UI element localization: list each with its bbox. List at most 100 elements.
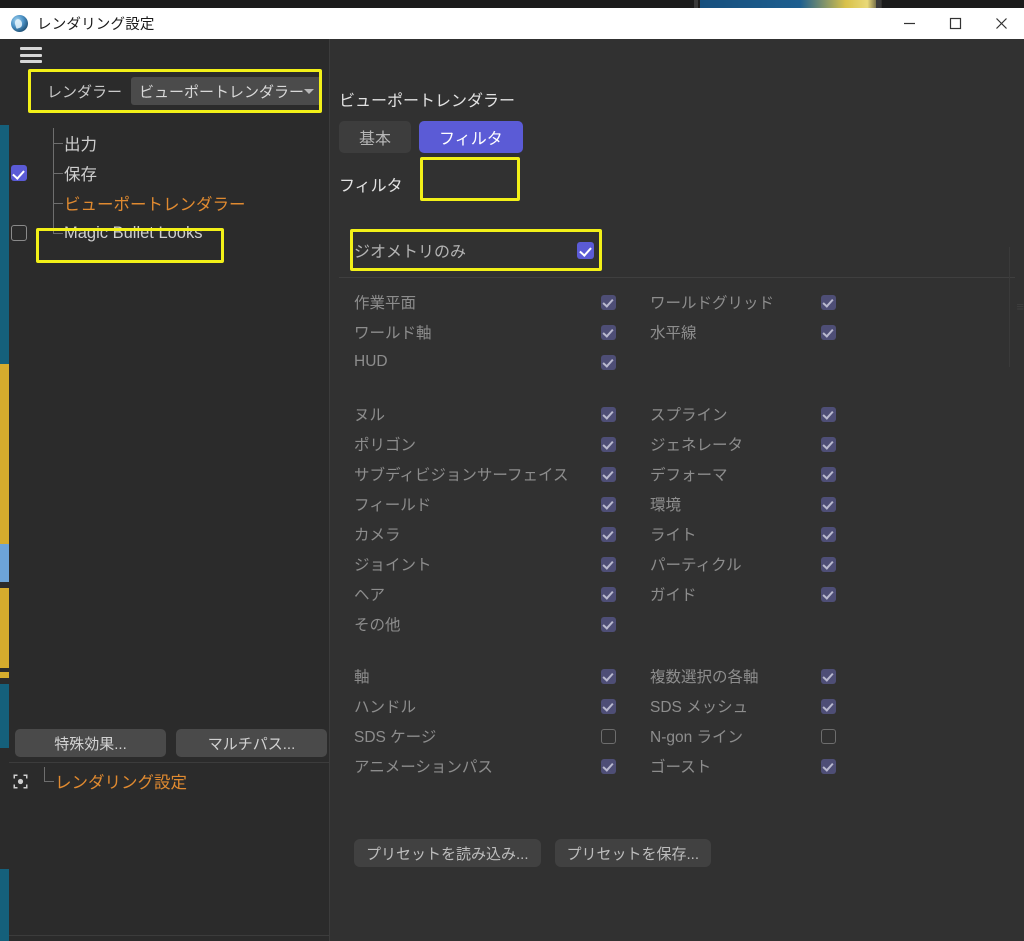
filter-row: HUD <box>354 347 1004 377</box>
object-row-render-settings[interactable]: レンダリング設定 <box>9 767 329 795</box>
filter-item-checkbox[interactable] <box>601 406 616 422</box>
filter-item-checkbox[interactable] <box>601 698 616 714</box>
filter-item[interactable]: ジェネレータ <box>650 429 836 459</box>
filter-item[interactable]: ジョイント <box>354 549 616 579</box>
filter-item[interactable]: アニメーションパス <box>354 751 616 781</box>
close-button[interactable] <box>978 8 1024 39</box>
filter-item[interactable]: 環境 <box>650 489 836 519</box>
window-body: レンダラー ビューポートレンダラー 出力 保存 ビューポートレンダラー Magic B… <box>0 39 1024 941</box>
filter-item-checkbox[interactable] <box>601 324 616 340</box>
edge-strip-gold-sliver <box>0 672 9 678</box>
filter-item[interactable]: N-gon ライン <box>650 721 836 751</box>
filter-item-label: パーティクル <box>650 557 742 574</box>
tree-item-checkbox[interactable] <box>11 225 27 241</box>
filter-item-checkbox[interactable] <box>601 436 616 452</box>
tree-item-checkbox[interactable] <box>11 165 27 181</box>
filter-item-checkbox[interactable] <box>821 556 836 572</box>
filter-item[interactable]: SDS メッシュ <box>650 691 836 721</box>
filter-item[interactable]: 水平線 <box>650 317 836 347</box>
save-preset-button[interactable]: プリセットを保存... <box>554 839 712 867</box>
geometry-only-checkbox[interactable] <box>577 241 594 259</box>
filter-row: ジョイント パーティクル <box>354 549 1004 579</box>
filter-item-checkbox[interactable] <box>601 668 616 684</box>
filter-item-checkbox[interactable] <box>821 586 836 602</box>
filter-item[interactable]: ヌル <box>354 399 616 429</box>
filter-item[interactable]: デフォーマ <box>650 459 836 489</box>
filter-item[interactable]: ヘア <box>354 579 616 609</box>
filter-item-checkbox[interactable] <box>821 406 836 422</box>
filter-item[interactable]: HUD <box>354 347 616 377</box>
filter-item-checkbox[interactable] <box>601 616 616 632</box>
filter-item-checkbox[interactable] <box>821 436 836 452</box>
window-controls <box>886 8 1024 39</box>
filter-item[interactable]: 複数選択の各軸 <box>650 661 836 691</box>
tree-item-1[interactable]: 保存 <box>9 158 329 188</box>
filter-item-checkbox[interactable] <box>821 668 836 684</box>
filter-item-checkbox[interactable] <box>601 586 616 602</box>
filter-item-checkbox[interactable] <box>601 496 616 512</box>
desktop-edge-left <box>694 0 698 8</box>
right-edge-artifact: ≡ <box>1002 247 1024 367</box>
filter-item-checkbox[interactable] <box>601 294 616 310</box>
filter-item-checkbox[interactable] <box>601 728 616 744</box>
filter-item-checkbox[interactable] <box>821 324 836 340</box>
filter-item[interactable]: カメラ <box>354 519 616 549</box>
filter-item[interactable]: ライト <box>650 519 836 549</box>
filter-item-checkbox[interactable] <box>821 466 836 482</box>
filter-item-label: ガイド <box>650 587 697 604</box>
title-bar[interactable]: レンダリング設定 <box>0 8 1024 39</box>
filter-item[interactable]: ハンドル <box>354 691 616 721</box>
filter-item-checkbox[interactable] <box>821 758 836 774</box>
filter-item[interactable]: ワールドグリッド <box>650 287 836 317</box>
filter-item-label: ワールドグリッド <box>650 295 775 312</box>
filter-item-label: フィールド <box>354 497 432 514</box>
filter-item-checkbox[interactable] <box>821 728 836 744</box>
filter-item-label: 作業平面 <box>354 295 417 312</box>
tab-0[interactable]: 基本 <box>339 121 412 153</box>
minimize-button[interactable] <box>886 8 932 39</box>
multipass-button[interactable]: マルチパス... <box>176 729 327 757</box>
filter-item[interactable]: サブディビジョンサーフェイス <box>354 459 616 489</box>
hamburger-menu-icon[interactable] <box>20 46 42 64</box>
filter-item[interactable]: パーティクル <box>650 549 836 579</box>
tree-item-2[interactable]: ビューポートレンダラー <box>9 188 329 218</box>
effects-button[interactable]: 特殊効果... <box>15 729 166 757</box>
filter-item-checkbox[interactable] <box>601 354 616 370</box>
filter-item[interactable]: SDS ケージ <box>354 721 616 751</box>
filter-item-checkbox[interactable] <box>601 556 616 572</box>
filter-item-label: 軸 <box>354 669 370 686</box>
filter-item-checkbox[interactable] <box>821 294 836 310</box>
filter-item[interactable]: フィールド <box>354 489 616 519</box>
filter-item[interactable]: 作業平面 <box>354 287 616 317</box>
filter-item[interactable]: 軸 <box>354 661 616 691</box>
filter-item-checkbox[interactable] <box>601 466 616 482</box>
filter-row: ヌル スプライン <box>354 399 1004 429</box>
geometry-only-row[interactable]: ジオメトリのみ <box>354 235 598 265</box>
renderer-dropdown[interactable]: ビューポートレンダラー <box>131 77 323 105</box>
tree-item-3[interactable]: Magic Bullet Looks <box>9 218 329 248</box>
section-title-renderer: ビューポートレンダラー <box>339 93 516 110</box>
filter-item-label: ジェネレータ <box>650 437 744 454</box>
filter-item[interactable]: ゴースト <box>650 751 836 781</box>
tree-branch-line <box>44 767 54 795</box>
filter-item[interactable]: ワールド軸 <box>354 317 616 347</box>
tab-1[interactable]: フィルタ <box>419 121 523 153</box>
filter-item-checkbox[interactable] <box>601 758 616 774</box>
filter-row: 軸 複数選択の各軸 <box>354 661 1004 691</box>
filter-item[interactable]: その他 <box>354 609 616 639</box>
tree-item-label: 保存 <box>64 166 97 184</box>
filter-item[interactable]: ガイド <box>650 579 836 609</box>
renderer-value: ビューポートレンダラー <box>139 83 305 101</box>
maximize-button[interactable] <box>932 8 978 39</box>
filter-grid: 作業平面 ワールドグリッドワールド軸 水平線 HUD ヌル スプラインポリゴン ジェネレータ… <box>354 287 1004 781</box>
filter-item-checkbox[interactable] <box>821 698 836 714</box>
filter-item-checkbox[interactable] <box>821 496 836 512</box>
filter-item-checkbox[interactable] <box>821 526 836 542</box>
tree-item-0[interactable]: 出力 <box>9 128 329 158</box>
load-preset-button[interactable]: プリセットを読み込み... <box>354 839 541 867</box>
filter-row: ハンドル SDS メッシュ <box>354 691 1004 721</box>
chevron-down-icon <box>304 88 315 94</box>
filter-item-checkbox[interactable] <box>601 526 616 542</box>
filter-item[interactable]: ポリゴン <box>354 429 616 459</box>
filter-item[interactable]: スプライン <box>650 399 836 429</box>
